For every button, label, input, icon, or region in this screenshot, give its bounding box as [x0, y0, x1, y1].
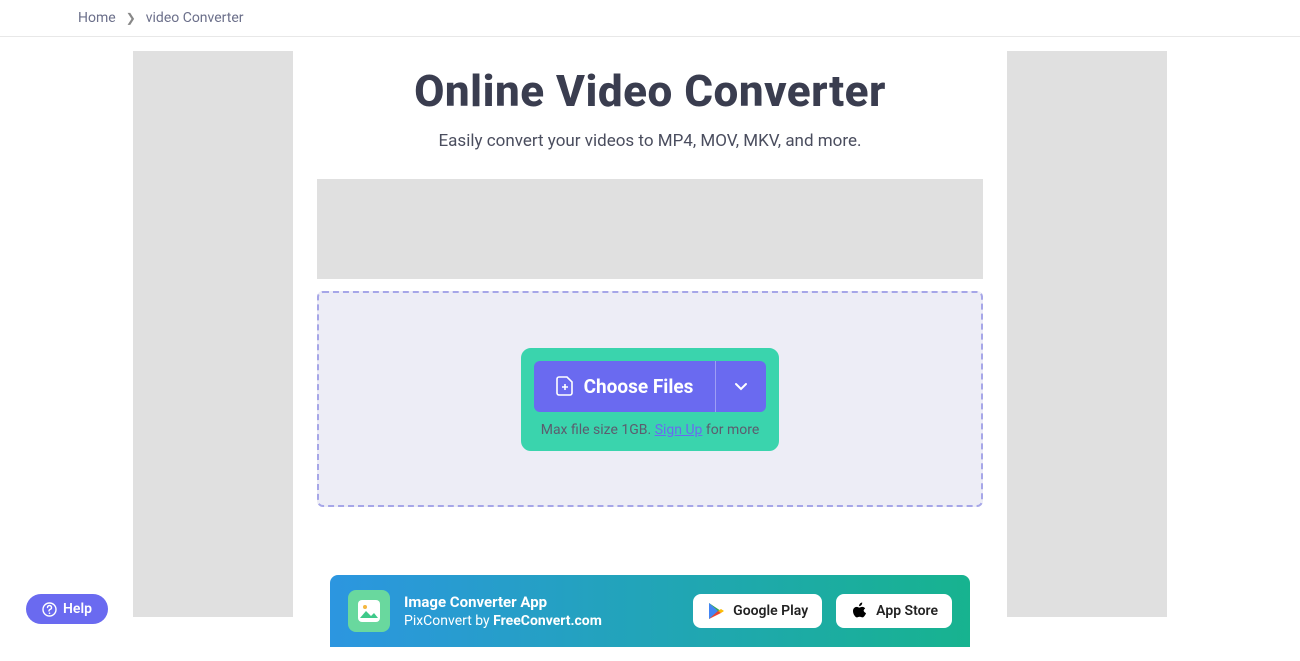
choose-files-label: Choose Files — [584, 375, 694, 398]
ad-left-placeholder — [133, 51, 293, 617]
promo-subtitle: PixConvert by FreeConvert.com — [404, 613, 679, 629]
upload-limit-suffix: for more — [702, 422, 759, 438]
google-play-label: Google Play — [733, 603, 808, 619]
ad-right-placeholder — [1007, 51, 1167, 617]
promo-app-icon — [348, 590, 390, 632]
breadcrumb-home-link[interactable]: Home — [78, 10, 116, 26]
google-play-button[interactable]: Google Play — [693, 594, 822, 628]
upload-limit-prefix: Max file size 1GB. — [541, 422, 655, 438]
google-play-icon — [707, 602, 725, 620]
choose-files-button[interactable]: Choose Files — [534, 361, 716, 412]
ad-banner-placeholder — [317, 179, 983, 279]
promo-text: Image Converter App PixConvert by FreeCo… — [404, 593, 679, 629]
apple-icon — [850, 602, 868, 620]
help-button[interactable]: Help — [26, 594, 108, 624]
file-add-icon — [556, 376, 574, 396]
choose-source-dropdown[interactable] — [715, 361, 766, 412]
breadcrumb-current: video Converter — [146, 10, 244, 26]
app-store-button[interactable]: App Store — [836, 594, 952, 628]
main-content: Online Video Converter Easily convert yo… — [317, 51, 983, 647]
help-icon — [42, 602, 57, 617]
promo-title: Image Converter App — [404, 593, 679, 611]
app-store-label: App Store — [876, 603, 938, 619]
app-promo-banner: Image Converter App PixConvert by FreeCo… — [330, 575, 970, 647]
breadcrumb: Home ❯ video Converter — [0, 0, 1300, 37]
drop-zone[interactable]: Choose Files Max file size 1GB. Sign Up … — [317, 291, 983, 507]
help-label: Help — [63, 601, 92, 617]
page-title: Online Video Converter — [317, 65, 983, 117]
chevron-right-icon: ❯ — [126, 11, 136, 25]
signup-link[interactable]: Sign Up — [655, 422, 703, 438]
upload-widget: Choose Files Max file size 1GB. Sign Up … — [521, 348, 780, 451]
chevron-down-icon — [734, 379, 748, 393]
page-subtitle: Easily convert your videos to MP4, MOV, … — [317, 131, 983, 151]
upload-limit-text: Max file size 1GB. Sign Up for more — [541, 422, 760, 438]
